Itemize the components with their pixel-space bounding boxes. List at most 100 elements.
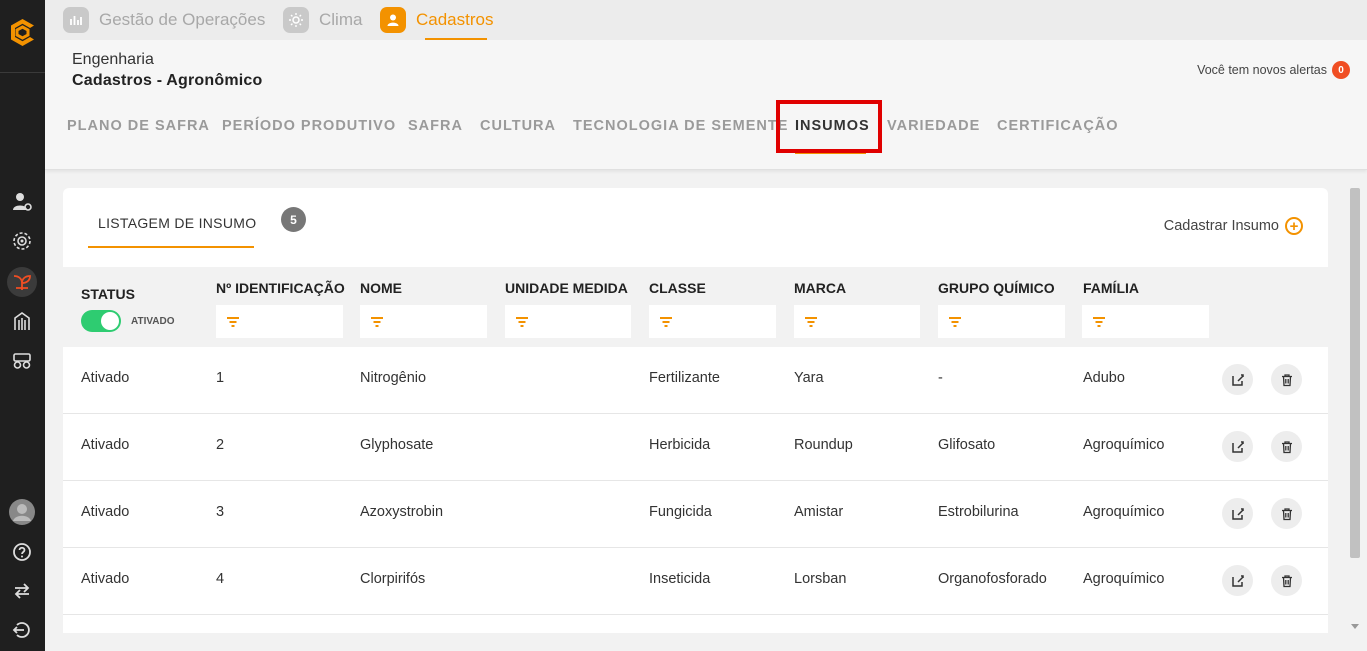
subtab-periodo-produtivo[interactable]: PERÍODO PRODUTIVO xyxy=(222,118,396,134)
subtab-safra[interactable]: SAFRA xyxy=(408,118,463,134)
cell-grupo-quimico: Organofosforado xyxy=(938,571,1047,587)
cell-identificacao: 2 xyxy=(216,437,225,453)
filter-icon xyxy=(371,316,383,327)
cell-identificacao: 3 xyxy=(216,504,225,520)
delete-button[interactable] xyxy=(1271,498,1302,529)
add-circle-icon: + xyxy=(1285,217,1303,235)
insumo-list-card: LISTAGEM DE INSUMO 5 Cadastrar Insumo + … xyxy=(63,188,1328,633)
filter-identificacao-input[interactable] xyxy=(216,305,343,338)
column-header-grupo-quimico: GRUPO QUÍMICO xyxy=(938,280,1055,296)
tractor-icon[interactable] xyxy=(7,345,37,375)
column-header-nome: NOME xyxy=(360,280,402,296)
cell-marca: Lorsban xyxy=(794,571,847,587)
subtab-variedade[interactable]: VARIEDADE xyxy=(887,118,980,134)
filter-classe-input[interactable] xyxy=(649,305,776,338)
edit-button[interactable] xyxy=(1222,431,1253,462)
tab-listagem-de-insumo[interactable]: LISTAGEM DE INSUMO xyxy=(98,215,256,231)
subtab-certificacao[interactable]: CERTIFICAÇÃO xyxy=(997,118,1119,134)
cell-grupo-quimico: Glifosato xyxy=(938,437,996,453)
delete-button[interactable] xyxy=(1271,565,1302,596)
filter-nome-input[interactable] xyxy=(360,305,487,338)
edit-button[interactable] xyxy=(1222,565,1253,596)
cell-identificacao: 1 xyxy=(216,370,225,386)
scroll-down-arrow-icon[interactable] xyxy=(1351,624,1359,629)
register-label: Cadastrar Insumo xyxy=(1163,218,1279,234)
cell-status: Ativado xyxy=(81,571,130,587)
top-navigation: Gestão de Operações Clima Cadastros xyxy=(45,0,1367,40)
edit-button[interactable] xyxy=(1222,364,1253,395)
alerts-link[interactable]: Você tem novos alertas 0 xyxy=(1197,61,1350,79)
tab-gestao-operacoes[interactable]: Gestão de Operações xyxy=(63,0,265,40)
toggle-knob xyxy=(101,312,119,330)
column-header-unidade-medida: UNIDADE MEDIDA xyxy=(505,280,628,296)
chart-icon xyxy=(63,7,89,33)
sidebar xyxy=(0,0,45,651)
filter-icon xyxy=(660,316,672,327)
edit-icon xyxy=(1231,574,1244,587)
table-row: Ativado 4 Clorpirifós Inseticida Lorsban… xyxy=(63,548,1328,615)
switch-arrows-icon[interactable] xyxy=(7,576,37,606)
tab-cadastros[interactable]: Cadastros xyxy=(380,0,493,40)
cell-status: Ativado xyxy=(81,504,130,520)
subtab-tecnologia-de-semente[interactable]: TECNOLOGIA DE SEMENTE xyxy=(573,118,788,134)
cell-classe: Fungicida xyxy=(649,504,712,520)
cell-identificacao: 4 xyxy=(216,571,225,587)
silo-icon[interactable] xyxy=(7,306,37,336)
logout-icon[interactable] xyxy=(7,615,37,645)
tab-clima[interactable]: Clima xyxy=(283,0,362,40)
filter-icon xyxy=(516,316,528,327)
trash-icon xyxy=(1281,574,1292,587)
cell-marca: Amistar xyxy=(794,504,844,520)
highlight-annotation-box xyxy=(776,100,882,153)
cell-nome: Nitrogênio xyxy=(360,370,427,386)
help-icon[interactable] xyxy=(7,537,37,567)
cell-marca: Roundup xyxy=(794,437,853,453)
cell-classe: Herbicida xyxy=(649,437,711,453)
register-insumo-button[interactable]: Cadastrar Insumo + xyxy=(1164,217,1303,235)
tab-label: Clima xyxy=(319,10,363,29)
table-row: Ativado 2 Glyphosate Herbicida Roundup G… xyxy=(63,414,1328,481)
cell-grupo-quimico: Estrobilurina xyxy=(938,504,1019,520)
cell-familia: Agroquímico xyxy=(1083,571,1165,587)
delete-button[interactable] xyxy=(1271,364,1302,395)
edit-icon xyxy=(1231,440,1244,453)
cell-classe: Fertilizante xyxy=(649,370,720,386)
status-toggle[interactable]: ATIVADO xyxy=(81,310,175,332)
cell-grupo-quimico: - xyxy=(938,370,943,386)
edit-button[interactable] xyxy=(1222,498,1253,529)
subtab-cultura[interactable]: CULTURA xyxy=(480,118,556,134)
cell-familia: Adubo xyxy=(1083,370,1125,386)
filter-familia-input[interactable] xyxy=(1082,305,1209,338)
avatar[interactable] xyxy=(7,497,37,527)
filter-marca-input[interactable] xyxy=(794,305,920,338)
count-badge: 5 xyxy=(281,207,306,232)
toggle-switch[interactable] xyxy=(81,310,121,332)
edit-icon xyxy=(1231,507,1244,520)
tab-label: Cadastros xyxy=(416,10,494,29)
app-logo-icon[interactable] xyxy=(6,16,39,49)
column-header-classe: CLASSE xyxy=(649,280,706,296)
page-header: Engenharia Cadastros - Agronômico Você t… xyxy=(45,40,1367,170)
filter-icon xyxy=(949,316,961,327)
table-row: Ativado 3 Azoxystrobin Fungicida Amistar… xyxy=(63,481,1328,548)
table-header: STATUS ATIVADO Nº IDENTIFICAÇÃO NOME UNI… xyxy=(63,267,1328,347)
scrollbar[interactable] xyxy=(1348,186,1362,631)
target-gear-icon[interactable] xyxy=(7,226,37,256)
breadcrumb: Engenharia xyxy=(72,51,154,68)
sidebar-divider xyxy=(0,72,45,73)
table-row: Ativado 1 Nitrogênio Fertilizante Yara -… xyxy=(63,347,1328,414)
sun-icon xyxy=(283,7,309,33)
seed-plant-icon[interactable] xyxy=(7,267,37,297)
user-settings-icon[interactable] xyxy=(7,187,37,217)
subtab-plano-de-safra[interactable]: PLANO DE SAFRA xyxy=(67,118,210,134)
filter-grupo-quimico-input[interactable] xyxy=(938,305,1065,338)
cell-classe: Inseticida xyxy=(649,571,711,587)
edit-icon xyxy=(1231,373,1244,386)
scrollbar-thumb[interactable] xyxy=(1350,188,1360,558)
filter-icon xyxy=(227,316,239,327)
cell-nome: Azoxystrobin xyxy=(360,504,444,520)
card-tab-indicator xyxy=(88,246,254,248)
delete-button[interactable] xyxy=(1271,431,1302,462)
filter-unidade-medida-input[interactable] xyxy=(505,305,631,338)
trash-icon xyxy=(1281,373,1292,386)
